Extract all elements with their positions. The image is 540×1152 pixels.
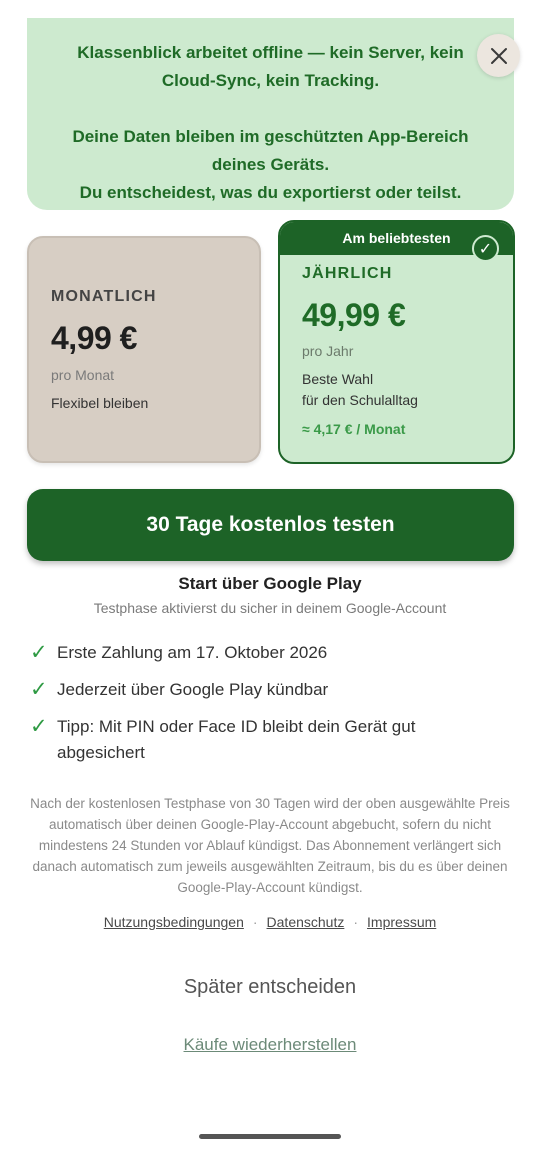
benefit-text: Erste Zahlung am 17. Oktober 2026	[57, 643, 328, 662]
check-icon: ✓	[30, 678, 48, 701]
benefit-text: Jederzeit über Google Play kündbar	[57, 680, 329, 699]
plan-yearly-description: Beste Wahl für den Schulalltag	[302, 369, 513, 411]
link-separator: ·	[353, 914, 359, 930]
home-indicator[interactable]	[199, 1134, 341, 1139]
selected-check-icon: ✓	[472, 235, 499, 262]
benefit-item: ✓ Tipp: Mit PIN oder Face ID bleibt dein…	[30, 714, 510, 766]
benefit-item: ✓ Erste Zahlung am 17. Oktober 2026	[30, 640, 510, 666]
privacy-line-offline: Klassenblick arbeitet offline — kein Ser…	[77, 43, 464, 90]
privacy-link[interactable]: Datenschutz	[267, 914, 345, 930]
benefit-item: ✓ Jederzeit über Google Play kündbar	[30, 677, 510, 703]
plan-card-monthly[interactable]: MONATLICH 4,99 € pro Monat Flexibel blei…	[27, 236, 261, 463]
plan-yearly-label: JÄHRLICH	[302, 265, 393, 282]
close-icon	[490, 47, 507, 64]
benefit-text: Tipp: Mit PIN oder Face ID bleibt dein G…	[57, 717, 416, 762]
legal-notice: Nach der kostenlosen Testphase von 30 Ta…	[30, 796, 510, 895]
plan-yearly-description-line2: für den Schulalltag	[302, 392, 418, 408]
plan-yearly-period: pro Jahr	[302, 343, 354, 359]
imprint-link[interactable]: Impressum	[367, 914, 436, 930]
plan-yearly-description-line1: Beste Wahl	[302, 371, 374, 387]
privacy-banner: Klassenblick arbeitet offline — kein Ser…	[27, 18, 514, 210]
decide-later-button[interactable]: Später entscheiden	[0, 976, 540, 999]
link-separator: ·	[252, 914, 258, 930]
legal-links: Nutzungsbedingungen · Datenschutz · Impressu…	[0, 914, 540, 930]
privacy-line-storage: Deine Daten bleiben im geschützten App-B…	[72, 127, 469, 174]
plan-monthly-price: 4,99 €	[51, 320, 137, 356]
plan-monthly-label: MONATLICH	[51, 288, 157, 305]
privacy-line-control: Du entscheidest, was du exportierst oder…	[79, 183, 462, 202]
restore-purchases-link[interactable]: Käufe wiederherstellen	[0, 1035, 540, 1055]
plan-yearly-body: JÄHRLICH 49,99 € pro Jahr Beste Wahl für…	[280, 255, 513, 437]
check-icon: ✓	[30, 641, 48, 664]
plan-yearly-monthly-equivalent: ≈ 4,17 € / Monat	[302, 421, 406, 437]
plan-monthly-description: Flexibel bleiben	[51, 395, 149, 411]
check-icon: ✓	[30, 715, 48, 738]
plan-yearly-price: 49,99 €	[302, 297, 406, 333]
start-title: Start über Google Play	[178, 574, 362, 593]
terms-link[interactable]: Nutzungsbedingungen	[104, 914, 244, 930]
plan-monthly-period: pro Monat	[51, 367, 115, 383]
start-subtitle: Testphase aktivierst du sicher in deinem…	[93, 600, 447, 616]
plan-card-yearly[interactable]: Am beliebtesten ✓ JÄHRLICH 49,99 € pro J…	[278, 220, 515, 464]
paywall-screen: Klassenblick arbeitet offline — kein Ser…	[0, 0, 540, 1152]
close-button[interactable]	[477, 34, 520, 77]
benefit-list: ✓ Erste Zahlung am 17. Oktober 2026 ✓ Je…	[30, 640, 510, 766]
start-trial-button[interactable]: 30 Tage kostenlos testen	[27, 489, 514, 561]
